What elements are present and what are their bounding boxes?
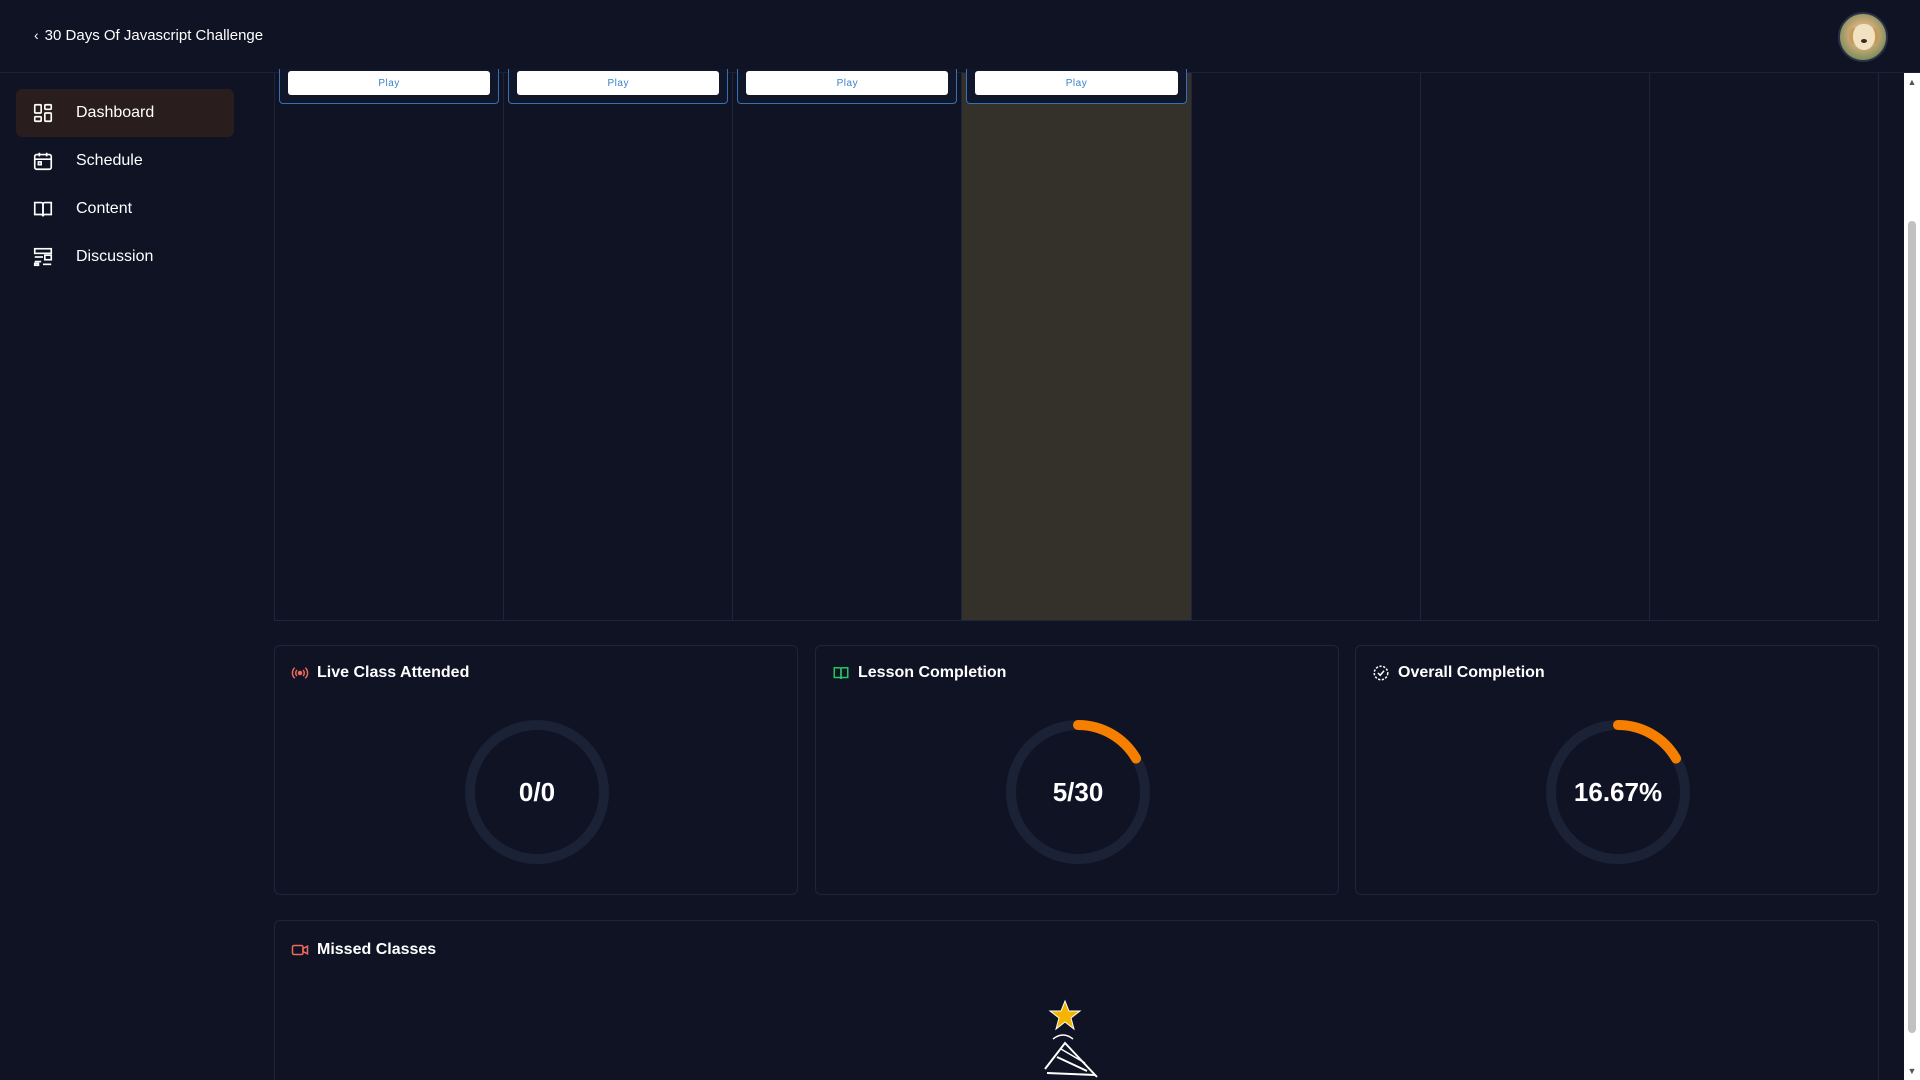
sidebar-item-content[interactable]: Content: [16, 185, 234, 233]
sidebar-item-label: Dashboard: [76, 104, 155, 121]
card-title: Live Class Attended: [317, 664, 470, 681]
book-icon: [32, 198, 54, 220]
card-title: Overall Completion: [1398, 664, 1545, 681]
top-bar: ‹ 30 Days Of Javascript Challenge: [0, 0, 1920, 73]
check-badge-icon: [1373, 665, 1389, 681]
lesson-completion-card: Lesson Completion 5/30: [815, 645, 1339, 895]
calendar-day-column: [1421, 73, 1650, 620]
overall-completion-card: Overall Completion 16.67%: [1355, 645, 1879, 895]
calendar-event[interactable]: Play: [279, 69, 500, 104]
calendar-day-column: Play: [733, 69, 963, 620]
card-title: Lesson Completion: [858, 664, 1007, 681]
calendar-day-column-today: Play: [962, 69, 1192, 620]
back-to-course-link[interactable]: ‹ 30 Days Of Javascript Challenge: [34, 27, 263, 44]
play-button[interactable]: Play: [517, 71, 720, 95]
shooting-star-illustration: [1035, 999, 1115, 1079]
calendar-day-column: [1192, 73, 1421, 620]
calendar-day-column: Play: [504, 69, 734, 620]
sidebar-item-label: Content: [76, 200, 133, 217]
broadcast-icon: [291, 667, 309, 679]
avatar[interactable]: [1838, 12, 1888, 62]
sidebar-item-dashboard[interactable]: Dashboard: [16, 89, 234, 137]
chevron-left-icon: ‹: [34, 27, 39, 43]
progress-value: 0/0: [518, 776, 556, 807]
progress-value: 5/30: [1052, 776, 1104, 807]
course-title: 30 Days Of Javascript Challenge: [44, 27, 264, 44]
play-button[interactable]: Play: [746, 71, 949, 95]
schedule-calendar: Play Play Play Play: [274, 69, 1879, 621]
missed-classes-card: Missed Classes: [274, 920, 1879, 1080]
card-title: Missed Classes: [317, 941, 437, 958]
dashboard-icon: [32, 102, 54, 124]
calendar-event[interactable]: Play: [966, 69, 1187, 104]
progress-ring: 16.67%: [1544, 718, 1692, 866]
video-camera-icon: [291, 944, 309, 956]
progress-ring: 0/0: [463, 718, 611, 866]
calendar-event[interactable]: Play: [737, 69, 958, 104]
calendar-day-column: [1650, 73, 1878, 620]
sidebar-item-schedule[interactable]: Schedule: [16, 137, 234, 185]
discussion-icon: [32, 246, 54, 268]
sidebar-item-label: Schedule: [76, 152, 143, 169]
calendar-event[interactable]: Play: [508, 69, 729, 104]
page-scrollbar[interactable]: ▲ ▼: [1904, 73, 1920, 1080]
scroll-up-arrow-icon[interactable]: ▲: [1904, 75, 1920, 89]
progress-value: 16.67%: [1573, 776, 1663, 807]
progress-ring: 5/30: [1004, 718, 1152, 866]
play-button[interactable]: Play: [288, 71, 491, 95]
calendar-day-column: Play: [275, 69, 505, 620]
sidebar-item-label: Discussion: [76, 248, 154, 265]
sidebar: Dashboard Schedule Content Discussion: [16, 89, 234, 281]
scroll-down-arrow-icon[interactable]: ▼: [1904, 1064, 1920, 1078]
open-book-icon: [833, 667, 849, 680]
play-button[interactable]: Play: [975, 71, 1178, 95]
calendar-icon: [32, 150, 54, 172]
sidebar-item-discussion[interactable]: Discussion: [16, 233, 234, 281]
live-class-card: Live Class Attended 0/0: [274, 645, 798, 895]
scrollbar-thumb[interactable]: [1908, 221, 1916, 1033]
